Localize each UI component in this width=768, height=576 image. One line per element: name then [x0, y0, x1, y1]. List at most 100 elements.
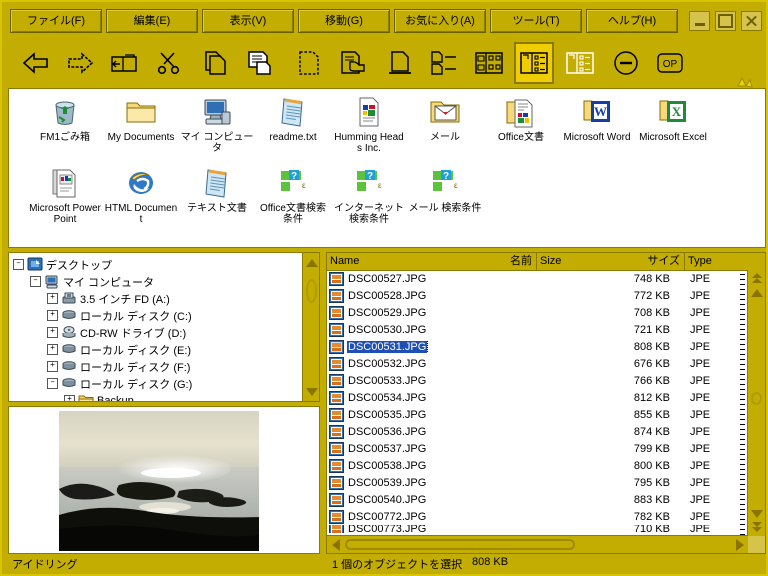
menu-view[interactable]: 表示(V) [202, 9, 294, 33]
menu-favorites[interactable]: お気に入り(A) [394, 9, 486, 33]
column-header-size-jp: サイズ [647, 255, 680, 267]
large-icons-view-icon[interactable] [469, 42, 509, 84]
desktop-icon-microsoft-powerpoint[interactable]: Microsoft PowerPoint [27, 162, 103, 225]
table-row[interactable]: DSC00539.JPG 795 KB JPE [327, 474, 733, 491]
desktop-icon-mail[interactable]: メール [407, 91, 483, 154]
file-list-hscrollbar-thumb[interactable] [345, 539, 575, 550]
details-view-icon[interactable] [514, 42, 554, 84]
desktop-icon-microsoft-word[interactable]: W Microsoft Word [559, 91, 635, 154]
file-type-cell: JPE [689, 272, 711, 285]
menu-go[interactable]: 移動(G) [298, 9, 390, 33]
desktop-icon-my-computer[interactable]: マイ コンピュータ [179, 91, 255, 154]
jpeg-file-icon [329, 373, 344, 388]
paste-icon[interactable] [240, 42, 280, 84]
tree-item-floppy-a[interactable]: + 3.5 インチ FD (A:) [13, 290, 301, 307]
delete-document-icon[interactable] [289, 42, 329, 84]
file-size-cell: 708 KB [633, 306, 670, 319]
tree-item-local-disk-f[interactable]: + ローカル ディスク (F:) [13, 358, 301, 375]
tree-expander-icon[interactable]: + [47, 327, 58, 338]
document-underline-icon[interactable] [380, 42, 420, 84]
desktop-icon-humming-heads[interactable]: Humming Heads Inc. [331, 91, 407, 154]
table-row[interactable]: DSC00540.JPG 883 KB JPE [327, 491, 733, 508]
tree-vertical-scrollbar[interactable] [302, 253, 319, 401]
scroll-left-arrow-icon[interactable] [328, 536, 343, 553]
tree-item-local-disk-g[interactable]: – ローカル ディスク (G:) [13, 375, 301, 392]
table-row[interactable]: DSC00537.JPG 799 KB JPE [327, 440, 733, 457]
table-row[interactable]: DSC00530.JPG 721 KB JPE [327, 321, 733, 338]
tree-item-local-disk-c[interactable]: + ローカル ディスク (C:) [13, 307, 301, 324]
menu-edit[interactable]: 編集(E) [106, 9, 198, 33]
desktop-icon-office-document[interactable]: Office文書 [483, 91, 559, 154]
file-name-cell: DSC00773.JPG [348, 525, 427, 533]
column-header-name[interactable]: Name 名前 [327, 253, 537, 270]
desktop-icon-text-document[interactable]: テキスト文書 [179, 162, 255, 225]
scroll-up-arrow-icon[interactable] [303, 255, 319, 270]
tree-expander-icon[interactable]: + [47, 361, 58, 372]
tree-expander-icon[interactable]: + [47, 293, 58, 304]
preview-photo [59, 411, 259, 551]
tree-expander-icon[interactable]: – [47, 378, 58, 389]
table-row[interactable]: DSC00536.JPG 874 KB JPE [327, 423, 733, 440]
minus-circle-icon[interactable] [606, 42, 646, 84]
tree-item-desktop[interactable]: – デスクトップ [13, 256, 301, 273]
table-row[interactable]: DSC00528.JPG 772 KB JPE [327, 287, 733, 304]
scroll-down-arrow-icon[interactable] [748, 506, 765, 521]
desktop-icon-microsoft-excel[interactable]: X Microsoft Excel [635, 91, 711, 154]
file-list-horizontal-scrollbar[interactable] [327, 535, 748, 553]
file-type-cell: JPE [689, 289, 711, 302]
table-row[interactable]: DSC00529.JPG 708 KB JPE [327, 304, 733, 321]
column-header-size[interactable]: Size サイズ [537, 253, 685, 270]
column-header-type[interactable]: Type [685, 253, 765, 270]
tree-expander-icon[interactable]: + [47, 310, 58, 321]
close-icon[interactable] [741, 11, 762, 31]
desktop-icon-readme-txt[interactable]: readme.txt [255, 91, 331, 154]
table-row[interactable]: DSC00534.JPG 812 KB JPE [327, 389, 733, 406]
scroll-down-arrow-icon[interactable] [303, 384, 319, 399]
list-view-icon[interactable] [424, 42, 464, 84]
scroll-bottom-double-arrow-icon[interactable] [748, 520, 765, 535]
tree-scrollbar-thumb[interactable] [306, 279, 317, 303]
tree-expander-icon[interactable]: + [47, 344, 58, 355]
tree-item-local-disk-e[interactable]: + ローカル ディスク (E:) [13, 341, 301, 358]
maximize-icon[interactable] [715, 11, 736, 31]
tree-item-backup[interactable]: + Backup [13, 392, 301, 401]
table-row[interactable]: DSC00772.JPG 782 KB JPE [327, 508, 733, 525]
scroll-top-double-arrow-icon[interactable] [748, 271, 765, 286]
table-row[interactable]: DSC00773.JPG 710 KB JPE [327, 525, 733, 533]
tree-item-cdrw-drive-d[interactable]: + CD-RW ドライブ (D:) [13, 324, 301, 341]
minimize-icon[interactable] [689, 11, 710, 31]
tiles-view-icon[interactable] [560, 42, 600, 84]
desktop-icon-fm1-recycle-bin[interactable]: FM1ごみ箱 [27, 91, 103, 154]
table-row[interactable]: DSC00538.JPG 800 KB JPE [327, 457, 733, 474]
file-list-vertical-scrollbar[interactable] [747, 270, 765, 536]
desktop-icon-my-documents[interactable]: My Documents [103, 91, 179, 154]
scissors-cut-icon[interactable] [150, 42, 190, 84]
op-button-icon[interactable]: OP [650, 42, 690, 84]
file-list-pane[interactable]: Name 名前 Size サイズ Type DSC00527.JPG 748 K… [326, 252, 766, 554]
table-row[interactable]: DSC00535.JPG 855 KB JPE [327, 406, 733, 423]
scroll-up-arrow-icon[interactable] [748, 285, 765, 300]
tree-expander-icon[interactable]: – [30, 276, 41, 287]
table-row[interactable]: DSC00532.JPG 676 KB JPE [327, 355, 733, 372]
tree-item-my-computer[interactable]: – マイ コンピュータ [13, 273, 301, 290]
properties-icon[interactable] [333, 42, 373, 84]
table-row[interactable]: DSC00533.JPG 766 KB JPE [327, 372, 733, 389]
menu-help[interactable]: ヘルプ(H) [586, 9, 678, 33]
up-folder-icon[interactable] [104, 42, 144, 84]
back-arrow-icon[interactable] [16, 42, 56, 84]
copy-icon[interactable] [195, 42, 235, 84]
file-list-scrollbar-thumb[interactable] [751, 392, 762, 405]
menu-file[interactable]: ファイル(F) [10, 9, 102, 33]
forward-arrow-icon[interactable] [60, 42, 100, 84]
desktop-icon-internet-search-query[interactable]: ? ε インターネット検索条件 [331, 162, 407, 225]
desktop-icon-mail-search-query[interactable]: ? ε メール 検索条件 [407, 162, 483, 225]
menu-tools[interactable]: ツール(T) [490, 9, 582, 33]
tree-expander-icon[interactable]: – [13, 259, 24, 270]
desktop-icon-html-document[interactable]: HTML Document [103, 162, 179, 225]
tree-expander-icon[interactable]: + [64, 395, 75, 401]
table-row-selected[interactable]: DSC00531.JPG 808 KB JPE [327, 338, 733, 355]
scroll-right-arrow-icon[interactable] [732, 536, 747, 553]
folder-tree-pane[interactable]: – デスクトップ – マイ コンピュータ + 3.5 インチ FD (A:) +… [8, 252, 320, 402]
desktop-icon-office-search-query[interactable]: ? ε Office文書検索条件 [255, 162, 331, 225]
table-row[interactable]: DSC00527.JPG 748 KB JPE [327, 270, 733, 287]
